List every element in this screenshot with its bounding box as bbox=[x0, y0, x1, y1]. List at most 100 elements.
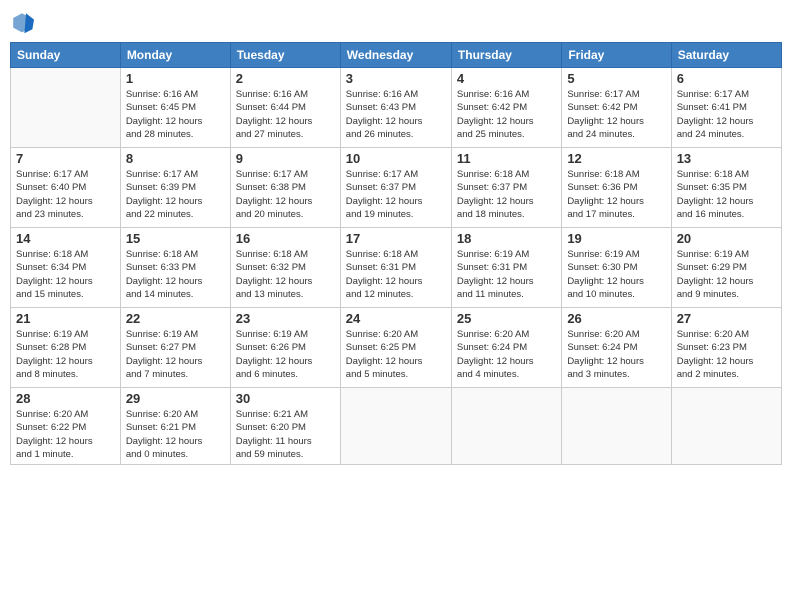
day-number: 1 bbox=[126, 71, 225, 86]
day-number: 11 bbox=[457, 151, 556, 166]
calendar-cell: 21 Sunrise: 6:19 AM Sunset: 6:28 PM Dayli… bbox=[11, 308, 121, 388]
calendar-cell: 14 Sunrise: 6:18 AM Sunset: 6:34 PM Dayli… bbox=[11, 228, 121, 308]
calendar-cell: 5 Sunrise: 6:17 AM Sunset: 6:42 PM Daylig… bbox=[562, 68, 671, 148]
day-number: 29 bbox=[126, 391, 225, 406]
calendar-cell bbox=[11, 68, 121, 148]
calendar-cell: 17 Sunrise: 6:18 AM Sunset: 6:31 PM Dayli… bbox=[340, 228, 451, 308]
calendar-cell: 24 Sunrise: 6:20 AM Sunset: 6:25 PM Dayli… bbox=[340, 308, 451, 388]
calendar-cell: 30Sunrise: 6:21 AM Sunset: 6:20 PM Dayli… bbox=[230, 388, 340, 465]
day-info: Sunrise: 6:16 AM Sunset: 6:44 PM Dayligh… bbox=[236, 88, 335, 141]
calendar-cell: 19 Sunrise: 6:19 AM Sunset: 6:30 PM Dayli… bbox=[562, 228, 671, 308]
day-info: Sunrise: 6:21 AM Sunset: 6:20 PM Dayligh… bbox=[236, 408, 335, 461]
calendar-cell bbox=[451, 388, 561, 465]
day-info: Sunrise: 6:16 AM Sunset: 6:42 PM Dayligh… bbox=[457, 88, 556, 141]
day-number: 20 bbox=[677, 231, 776, 246]
calendar-cell: 13 Sunrise: 6:18 AM Sunset: 6:35 PM Dayli… bbox=[671, 148, 781, 228]
day-info: Sunrise: 6:17 AM Sunset: 6:39 PM Dayligh… bbox=[126, 168, 225, 221]
calendar-cell: 27Sunrise: 6:20 AM Sunset: 6:23 PM Dayli… bbox=[671, 308, 781, 388]
day-number: 28 bbox=[16, 391, 115, 406]
day-info: Sunrise: 6:19 AM Sunset: 6:27 PM Dayligh… bbox=[126, 328, 225, 381]
weekday-header: Sunday bbox=[11, 43, 121, 68]
day-number: 3 bbox=[346, 71, 446, 86]
page: SundayMondayTuesdayWednesdayThursdayFrid… bbox=[0, 0, 792, 612]
day-number: 4 bbox=[457, 71, 556, 86]
day-info: Sunrise: 6:17 AM Sunset: 6:40 PM Dayligh… bbox=[16, 168, 115, 221]
calendar-cell bbox=[340, 388, 451, 465]
day-number: 21 bbox=[16, 311, 115, 326]
calendar-cell: 4 Sunrise: 6:16 AM Sunset: 6:42 PM Daylig… bbox=[451, 68, 561, 148]
calendar-cell: 15 Sunrise: 6:18 AM Sunset: 6:33 PM Dayli… bbox=[120, 228, 230, 308]
calendar-week-row: 21 Sunrise: 6:19 AM Sunset: 6:28 PM Dayli… bbox=[11, 308, 782, 388]
day-info: Sunrise: 6:17 AM Sunset: 6:41 PM Dayligh… bbox=[677, 88, 776, 141]
calendar-cell: 23 Sunrise: 6:19 AM Sunset: 6:26 PM Dayli… bbox=[230, 308, 340, 388]
day-info: Sunrise: 6:19 AM Sunset: 6:28 PM Dayligh… bbox=[16, 328, 115, 381]
day-info: Sunrise: 6:18 AM Sunset: 6:32 PM Dayligh… bbox=[236, 248, 335, 301]
day-info: Sunrise: 6:18 AM Sunset: 6:35 PM Dayligh… bbox=[677, 168, 776, 221]
weekday-header: Tuesday bbox=[230, 43, 340, 68]
day-info: Sunrise: 6:20 AM Sunset: 6:24 PM Dayligh… bbox=[457, 328, 556, 381]
day-number: 2 bbox=[236, 71, 335, 86]
day-info: Sunrise: 6:20 AM Sunset: 6:24 PM Dayligh… bbox=[567, 328, 665, 381]
calendar-cell bbox=[562, 388, 671, 465]
day-number: 25 bbox=[457, 311, 556, 326]
logo bbox=[10, 10, 38, 34]
calendar-cell: 18Sunrise: 6:19 AM Sunset: 6:31 PM Dayli… bbox=[451, 228, 561, 308]
calendar-header-row: SundayMondayTuesdayWednesdayThursdayFrid… bbox=[11, 43, 782, 68]
calendar-week-row: 1 Sunrise: 6:16 AM Sunset: 6:45 PM Daylig… bbox=[11, 68, 782, 148]
day-number: 23 bbox=[236, 311, 335, 326]
day-info: Sunrise: 6:19 AM Sunset: 6:29 PM Dayligh… bbox=[677, 248, 776, 301]
calendar-cell: 20 Sunrise: 6:19 AM Sunset: 6:29 PM Dayli… bbox=[671, 228, 781, 308]
day-info: Sunrise: 6:19 AM Sunset: 6:30 PM Dayligh… bbox=[567, 248, 665, 301]
day-info: Sunrise: 6:17 AM Sunset: 6:42 PM Dayligh… bbox=[567, 88, 665, 141]
day-info: Sunrise: 6:18 AM Sunset: 6:37 PM Dayligh… bbox=[457, 168, 556, 221]
day-info: Sunrise: 6:18 AM Sunset: 6:33 PM Dayligh… bbox=[126, 248, 225, 301]
weekday-header: Saturday bbox=[671, 43, 781, 68]
calendar-cell: 26 Sunrise: 6:20 AM Sunset: 6:24 PM Dayli… bbox=[562, 308, 671, 388]
calendar-cell bbox=[671, 388, 781, 465]
day-info: Sunrise: 6:18 AM Sunset: 6:31 PM Dayligh… bbox=[346, 248, 446, 301]
calendar-cell: 16 Sunrise: 6:18 AM Sunset: 6:32 PM Dayli… bbox=[230, 228, 340, 308]
day-number: 15 bbox=[126, 231, 225, 246]
calendar-cell: 10 Sunrise: 6:17 AM Sunset: 6:37 PM Dayli… bbox=[340, 148, 451, 228]
day-number: 24 bbox=[346, 311, 446, 326]
day-number: 8 bbox=[126, 151, 225, 166]
day-number: 6 bbox=[677, 71, 776, 86]
day-number: 17 bbox=[346, 231, 446, 246]
day-number: 18 bbox=[457, 231, 556, 246]
calendar-cell: 3Sunrise: 6:16 AM Sunset: 6:43 PM Daylig… bbox=[340, 68, 451, 148]
day-info: Sunrise: 6:19 AM Sunset: 6:26 PM Dayligh… bbox=[236, 328, 335, 381]
day-info: Sunrise: 6:20 AM Sunset: 6:22 PM Dayligh… bbox=[16, 408, 115, 461]
calendar-cell: 1 Sunrise: 6:16 AM Sunset: 6:45 PM Daylig… bbox=[120, 68, 230, 148]
calendar-cell: 29 Sunrise: 6:20 AM Sunset: 6:21 PM Dayli… bbox=[120, 388, 230, 465]
day-info: Sunrise: 6:20 AM Sunset: 6:23 PM Dayligh… bbox=[677, 328, 776, 381]
calendar-week-row: 7Sunrise: 6:17 AM Sunset: 6:40 PM Daylig… bbox=[11, 148, 782, 228]
calendar-cell: 12 Sunrise: 6:18 AM Sunset: 6:36 PM Dayli… bbox=[562, 148, 671, 228]
day-number: 10 bbox=[346, 151, 446, 166]
header bbox=[10, 10, 782, 34]
day-info: Sunrise: 6:17 AM Sunset: 6:37 PM Dayligh… bbox=[346, 168, 446, 221]
weekday-header: Thursday bbox=[451, 43, 561, 68]
day-number: 22 bbox=[126, 311, 225, 326]
day-info: Sunrise: 6:16 AM Sunset: 6:45 PM Dayligh… bbox=[126, 88, 225, 141]
day-number: 12 bbox=[567, 151, 665, 166]
calendar-cell: 2 Sunrise: 6:16 AM Sunset: 6:44 PM Daylig… bbox=[230, 68, 340, 148]
day-info: Sunrise: 6:20 AM Sunset: 6:21 PM Dayligh… bbox=[126, 408, 225, 461]
day-number: 9 bbox=[236, 151, 335, 166]
day-info: Sunrise: 6:17 AM Sunset: 6:38 PM Dayligh… bbox=[236, 168, 335, 221]
day-number: 16 bbox=[236, 231, 335, 246]
day-number: 19 bbox=[567, 231, 665, 246]
day-number: 26 bbox=[567, 311, 665, 326]
calendar-week-row: 28 Sunrise: 6:20 AM Sunset: 6:22 PM Dayli… bbox=[11, 388, 782, 465]
calendar-cell: 6 Sunrise: 6:17 AM Sunset: 6:41 PM Daylig… bbox=[671, 68, 781, 148]
day-number: 5 bbox=[567, 71, 665, 86]
calendar-cell: 11 Sunrise: 6:18 AM Sunset: 6:37 PM Dayli… bbox=[451, 148, 561, 228]
day-number: 13 bbox=[677, 151, 776, 166]
day-number: 14 bbox=[16, 231, 115, 246]
calendar-cell: 8 Sunrise: 6:17 AM Sunset: 6:39 PM Daylig… bbox=[120, 148, 230, 228]
day-info: Sunrise: 6:18 AM Sunset: 6:36 PM Dayligh… bbox=[567, 168, 665, 221]
day-info: Sunrise: 6:18 AM Sunset: 6:34 PM Dayligh… bbox=[16, 248, 115, 301]
day-info: Sunrise: 6:20 AM Sunset: 6:25 PM Dayligh… bbox=[346, 328, 446, 381]
weekday-header: Wednesday bbox=[340, 43, 451, 68]
weekday-header: Friday bbox=[562, 43, 671, 68]
calendar-table: SundayMondayTuesdayWednesdayThursdayFrid… bbox=[10, 42, 782, 465]
